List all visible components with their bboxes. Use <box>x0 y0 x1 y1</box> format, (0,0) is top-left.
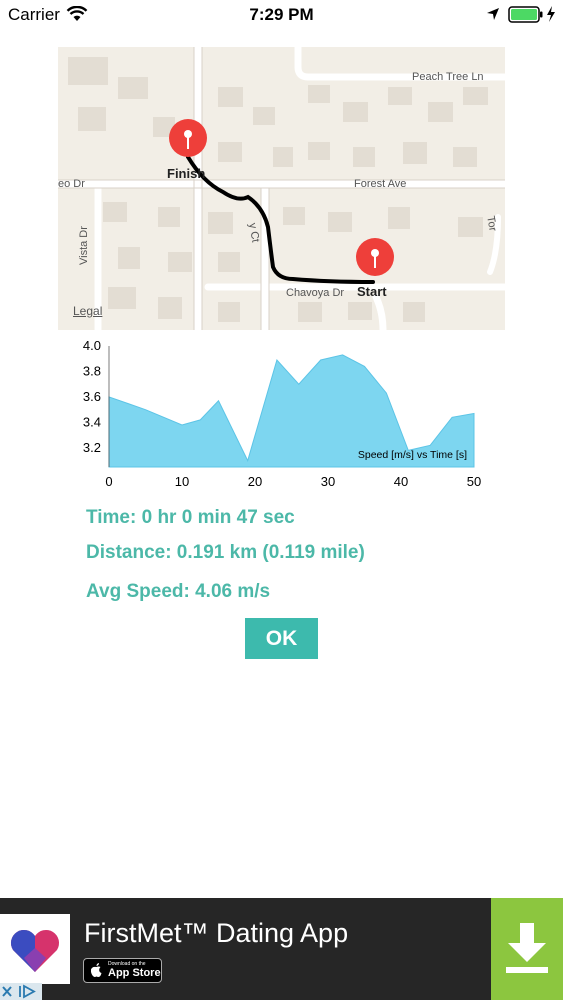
street-label-vista: Vista Dr <box>78 226 90 265</box>
y-tick-label: 3.4 <box>83 414 101 429</box>
x-tick-label: 0 <box>105 474 112 489</box>
y-tick-label: 4.0 <box>83 340 101 353</box>
x-tick-label: 20 <box>248 474 262 489</box>
download-button[interactable] <box>491 898 563 1000</box>
status-bar: Carrier 7:29 PM <box>0 0 563 30</box>
battery-icon <box>508 6 543 23</box>
legal-link[interactable]: Legal <box>73 304 102 318</box>
street-label-forest-ave: Forest Ave <box>354 178 407 190</box>
app-store-text: App Store <box>108 967 161 979</box>
street-label-peach-tree: Peach Tree Ln <box>412 71 484 83</box>
x-tick-label: 30 <box>321 474 335 489</box>
chart-annotation: Speed [m/s] vs Time [s] <box>358 449 467 461</box>
location-arrow-icon <box>487 8 499 20</box>
x-tick-label: 50 <box>467 474 481 489</box>
adchoices-icon[interactable] <box>0 983 42 1000</box>
download-icon <box>506 923 548 973</box>
street-label-eo: eo Dr <box>58 178 85 190</box>
x-tick-label: 10 <box>175 474 189 489</box>
start-label: Start <box>357 284 387 299</box>
finish-pin-icon[interactable] <box>169 119 207 157</box>
avg-speed-stat: Avg Speed: 4.06 m/s <box>86 581 271 602</box>
ok-button[interactable]: OK <box>245 618 318 659</box>
y-tick-label: 3.6 <box>83 389 101 404</box>
clock: 7:29 PM <box>249 5 314 24</box>
ad-app-icon[interactable] <box>0 914 70 984</box>
y-tick-label: 3.2 <box>83 440 101 455</box>
apple-icon <box>90 963 102 977</box>
street-label-chavoya: Chavoya Dr <box>286 287 345 299</box>
ad-title[interactable]: FirstMet™ Dating App <box>84 918 348 949</box>
x-tick-label: 40 <box>394 474 408 489</box>
start-pin-icon[interactable] <box>356 238 394 276</box>
y-tick-label: 3.8 <box>83 363 101 378</box>
street-label-tor: Tor <box>484 215 499 233</box>
finish-label: Finish <box>167 166 206 181</box>
distance-stat: Distance: 0.191 km (0.119 mile) <box>86 542 365 563</box>
ad-banner[interactable]: FirstMet™ Dating App Download on the App… <box>0 898 563 1000</box>
heart-logo-icon <box>10 929 60 972</box>
time-stat: Time: 0 hr 0 min 47 sec <box>86 507 295 528</box>
route-map[interactable]: Peach Tree Ln Forest Ave Chavoya Dr Vist… <box>58 47 505 330</box>
speed-chart: 4.0 3.8 3.6 3.4 3.2 0 10 20 30 40 50 Speed [m/s] vs… <box>83 340 481 489</box>
map-canvas <box>58 47 505 330</box>
app-store-badge[interactable]: Download on the App Store <box>83 958 162 983</box>
charging-bolt-icon <box>547 6 555 22</box>
